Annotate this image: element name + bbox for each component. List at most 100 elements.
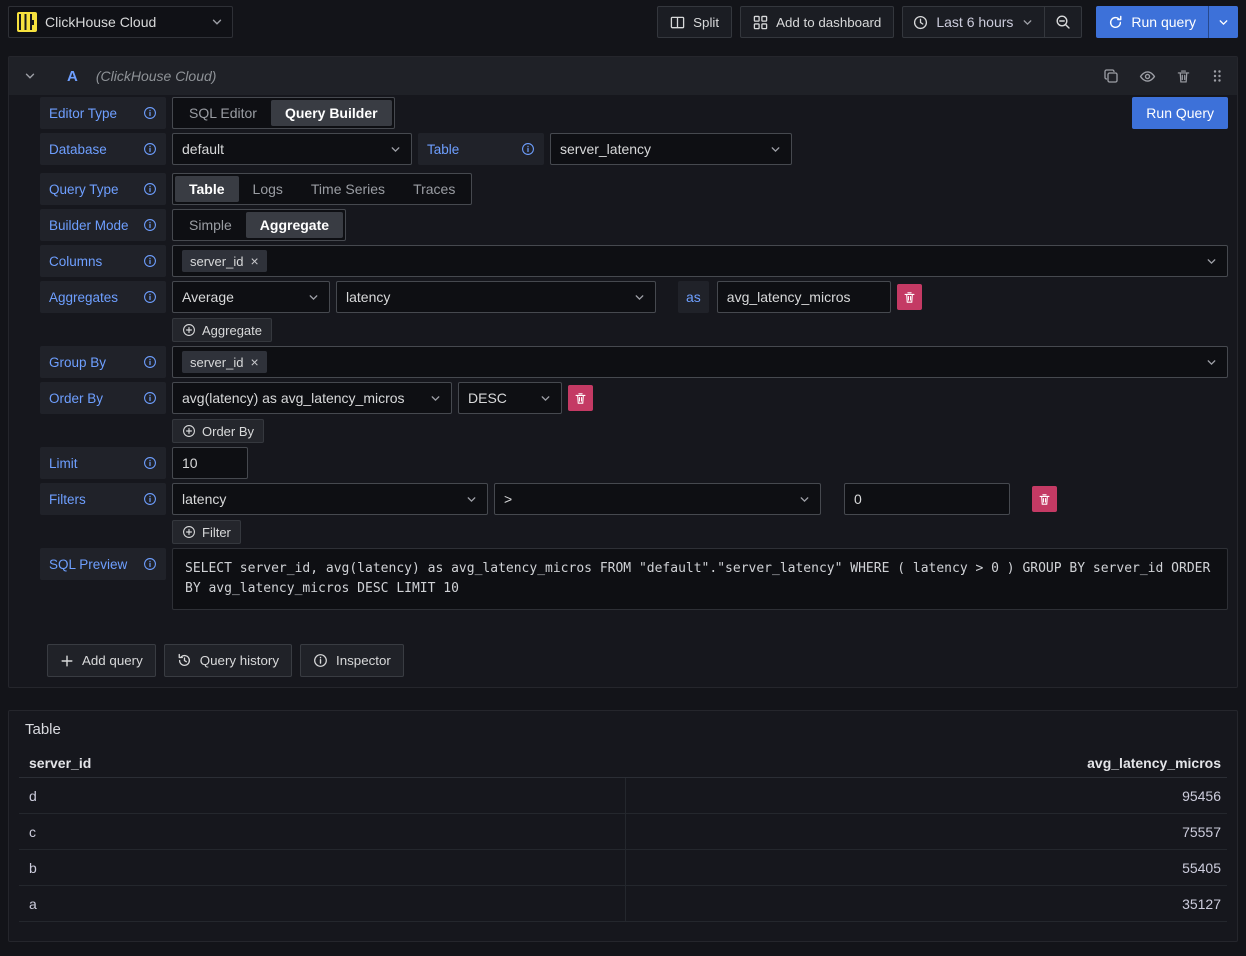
limit-input[interactable]: [172, 447, 248, 479]
builder-mode-aggregate[interactable]: Aggregate: [246, 212, 343, 238]
order-by-direction-value: DESC: [468, 390, 531, 406]
sql-preview-label: SQL Preview: [49, 557, 127, 572]
builder-mode-simple[interactable]: Simple: [175, 212, 246, 238]
chevron-down-icon: [798, 493, 811, 506]
limit-label-box: Limit: [40, 447, 166, 479]
column-header-avg-latency-micros[interactable]: avg_latency_micros: [625, 755, 1227, 771]
filter-field-select[interactable]: latency: [172, 483, 488, 515]
sql-preview-label-box: SQL Preview: [40, 548, 166, 580]
plus-icon: [60, 654, 74, 668]
drag-handle-icon[interactable]: [1211, 68, 1223, 84]
duplicate-query-icon[interactable]: [1103, 68, 1119, 84]
chevron-down-icon: [307, 291, 320, 304]
info-icon[interactable]: [143, 106, 157, 120]
query-row-header[interactable]: A (ClickHouse Cloud): [9, 57, 1237, 95]
query-type-label: Query Type: [49, 182, 119, 197]
add-filter-label: Filter: [202, 525, 231, 540]
add-to-dashboard-button[interactable]: Add to dashboard: [740, 6, 894, 38]
collapse-chevron-icon[interactable]: [23, 69, 37, 83]
panel-run-query-button[interactable]: Run Query: [1132, 97, 1228, 129]
apps-grid-icon: [753, 15, 768, 30]
info-icon[interactable]: [521, 142, 535, 156]
order-by-field-select[interactable]: avg(latency) as avg_latency_micros: [172, 382, 452, 414]
sql-preview-text: SELECT server_id, avg(latency) as avg_la…: [172, 548, 1228, 610]
info-icon[interactable]: [143, 254, 157, 268]
query-type-table[interactable]: Table: [175, 176, 239, 202]
database-label-box: Database: [40, 133, 166, 165]
filter-field-value: latency: [182, 491, 457, 507]
explore-toolbar: ClickHouse Cloud Split Add to dashboard …: [0, 0, 1246, 44]
info-icon[interactable]: [143, 182, 157, 196]
inspector-label: Inspector: [336, 653, 391, 668]
info-icon[interactable]: [143, 557, 157, 571]
datasource-picker[interactable]: ClickHouse Cloud: [8, 6, 233, 38]
limit-label: Limit: [49, 456, 78, 471]
remove-aggregate-button[interactable]: [897, 284, 922, 310]
split-button[interactable]: Split: [657, 6, 732, 38]
query-type-time-series[interactable]: Time Series: [297, 176, 399, 202]
remove-query-trash-icon[interactable]: [1176, 69, 1191, 84]
aggregate-column-select[interactable]: latency: [336, 281, 656, 313]
aggregate-alias-input[interactable]: [717, 281, 891, 313]
table-row: d 95456: [19, 778, 1227, 814]
filter-operator-value: >: [504, 491, 790, 507]
aggregate-function-select[interactable]: Average: [172, 281, 330, 313]
column-header-server-id[interactable]: server_id: [19, 755, 625, 771]
inspector-button[interactable]: Inspector: [300, 644, 404, 677]
table-label: Table: [427, 142, 459, 157]
run-query-button[interactable]: Run query: [1096, 6, 1208, 38]
aggregate-as-label: as: [678, 281, 709, 313]
chevron-down-icon: [1205, 255, 1218, 268]
editor-type-query-builder[interactable]: Query Builder: [271, 100, 392, 126]
info-icon[interactable]: [143, 456, 157, 470]
query-type-logs[interactable]: Logs: [239, 176, 297, 202]
remove-chip-icon[interactable]: ×: [250, 254, 258, 268]
cell-avg-latency: 55405: [625, 850, 1228, 885]
remove-filter-button[interactable]: [1032, 486, 1057, 512]
remove-chip-icon[interactable]: ×: [250, 355, 258, 369]
add-aggregate-button[interactable]: Aggregate: [172, 318, 272, 342]
table-select[interactable]: server_latency: [550, 133, 792, 165]
filter-value-input[interactable]: [844, 483, 1010, 515]
database-value: default: [182, 141, 381, 157]
query-ref-id[interactable]: A: [67, 68, 78, 85]
add-query-button[interactable]: Add query: [47, 644, 156, 677]
split-icon: [670, 15, 685, 30]
add-filter-button[interactable]: Filter: [172, 520, 241, 544]
info-icon[interactable]: [143, 492, 157, 506]
plus-circle-icon: [182, 323, 196, 337]
time-range-picker[interactable]: Last 6 hours: [903, 7, 1044, 37]
info-icon[interactable]: [143, 218, 157, 232]
editor-type-label-box: Editor Type: [40, 97, 166, 129]
table-row: b 55405: [19, 850, 1227, 886]
editor-type-sql-editor[interactable]: SQL Editor: [175, 100, 271, 126]
chevron-down-icon: [633, 291, 646, 304]
cell-server-id: b: [19, 850, 625, 885]
add-order-by-button[interactable]: Order By: [172, 419, 264, 443]
zoom-out-time-button[interactable]: [1044, 7, 1081, 37]
query-history-button[interactable]: Query history: [164, 644, 292, 677]
cell-server-id: d: [19, 778, 625, 813]
columns-multiselect[interactable]: server_id ×: [172, 245, 1228, 277]
group-by-multiselect[interactable]: server_id ×: [172, 346, 1228, 378]
aggregate-function-value: Average: [182, 289, 299, 305]
trash-icon: [903, 291, 916, 304]
datasource-name: ClickHouse Cloud: [45, 14, 202, 30]
order-by-label-box: Order By: [40, 382, 166, 414]
add-query-label: Add query: [82, 653, 143, 668]
info-icon[interactable]: [143, 290, 157, 304]
table-row: c 75557: [19, 814, 1227, 850]
group-by-chip: server_id ×: [182, 351, 267, 373]
split-label: Split: [693, 15, 719, 30]
remove-order-by-button[interactable]: [568, 385, 593, 411]
info-icon[interactable]: [143, 142, 157, 156]
filter-operator-select[interactable]: >: [494, 483, 821, 515]
query-type-traces[interactable]: Traces: [399, 176, 469, 202]
run-query-options-caret[interactable]: [1208, 6, 1238, 38]
history-icon: [177, 653, 192, 668]
info-icon[interactable]: [143, 391, 157, 405]
order-by-direction-select[interactable]: DESC: [458, 382, 562, 414]
hide-query-eye-icon[interactable]: [1139, 68, 1156, 85]
database-select[interactable]: default: [172, 133, 412, 165]
info-icon[interactable]: [143, 355, 157, 369]
